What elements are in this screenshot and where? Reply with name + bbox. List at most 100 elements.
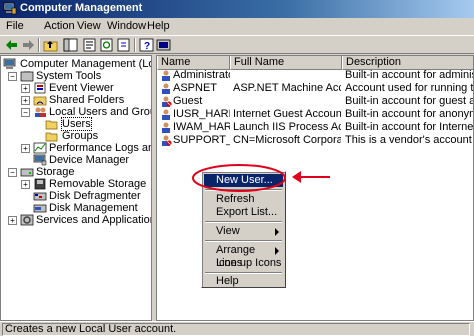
help-icon[interactable]: ? (139, 38, 154, 52)
menu-item-line-up-icons[interactable]: Line up Icons (204, 257, 283, 270)
cell-full-name: ASP.NET Machine Account (233, 83, 341, 94)
folder-icon (45, 132, 58, 142)
column-header-description[interactable]: Description (342, 56, 473, 70)
folder-open-icon (45, 120, 58, 130)
tree-label: System Tools (36, 70, 102, 82)
defragmenter-icon (33, 192, 47, 201)
menu-window[interactable]: Window (107, 20, 146, 32)
menu-file[interactable]: File (6, 20, 24, 32)
tree-system-tools[interactable]: − System Tools (8, 70, 151, 82)
tree-users[interactable]: Users (45, 117, 151, 131)
menu-item-export-list[interactable]: Export List... (204, 206, 283, 219)
disabled-user-icon (162, 135, 172, 146)
expand-icon[interactable]: + (21, 180, 30, 189)
tree-label: Computer Management (Local) (20, 58, 151, 70)
disk-management-icon (33, 204, 47, 213)
disabled-user-icon (162, 96, 172, 107)
cell-full-name: Launch IIS Process Account (233, 122, 341, 133)
event-viewer-icon (34, 82, 46, 94)
cell-description: Built-in account for Internet Inform (345, 122, 474, 133)
cell-description: This is a vendor's account for the He (345, 135, 473, 146)
expand-icon[interactable]: + (21, 96, 30, 105)
expand-icon[interactable]: + (8, 216, 17, 225)
menu-item-help[interactable]: Help (204, 275, 283, 288)
window-title: Computer Management (20, 2, 143, 14)
show-tree-icon[interactable] (63, 38, 78, 52)
tree-storage[interactable]: − Storage (8, 166, 151, 178)
tree-disk-defragmenter[interactable]: Disk Defragmenter (33, 190, 151, 202)
menu-item-new-user[interactable]: New User... (204, 174, 283, 187)
tree-label: Removable Storage (49, 178, 147, 190)
tree-label: Users (61, 117, 92, 131)
tree-perf-logs[interactable]: + Performance Logs and Alerts (21, 142, 151, 154)
console-icon[interactable] (156, 38, 171, 52)
menu-item-refresh[interactable]: Refresh (204, 193, 283, 206)
forward-icon[interactable] (21, 38, 36, 52)
menu-action[interactable]: Action (44, 20, 75, 32)
cell-name: Administrator (173, 70, 230, 81)
menu-separator (205, 189, 282, 191)
removable-storage-icon (34, 178, 46, 190)
tree-event-viewer[interactable]: + Event Viewer (21, 82, 151, 94)
menu-help[interactable]: Help (147, 20, 170, 32)
expand-icon[interactable]: + (21, 144, 30, 153)
table-row[interactable]: IWAM_HARE... Launch IIS Process Account … (157, 122, 474, 133)
cell-description: Built-in account for anonymous acc (345, 109, 473, 120)
submenu-arrow-icon (275, 247, 279, 255)
collapse-icon[interactable]: − (8, 72, 17, 81)
cell-name: ASPNET (173, 83, 218, 94)
tree-services-apps[interactable]: + Services and Applications (8, 214, 151, 226)
tree-label: Shared Folders (49, 94, 125, 106)
context-menu: New User... Refresh Export List... View … (201, 171, 286, 288)
menu-separator (205, 240, 282, 242)
tree-label: Groups (62, 130, 99, 142)
user-icon (162, 83, 170, 94)
tree-disk-management[interactable]: Disk Management (33, 202, 151, 214)
svg-text:?: ? (144, 41, 150, 52)
expand-icon[interactable]: + (21, 84, 30, 93)
properties-icon[interactable] (82, 38, 97, 52)
cell-full-name: Internet Guest Account (233, 109, 341, 120)
tree-groups[interactable]: Groups (45, 130, 151, 142)
tree-root[interactable]: Computer Management (Local) (3, 58, 151, 70)
toolbar-separator (134, 38, 136, 52)
device-manager-icon (33, 154, 47, 166)
table-row[interactable]: Guest Built-in account for guest access … (157, 96, 473, 107)
user-icon (162, 122, 170, 133)
cell-description: Built-in account for guest access to (345, 96, 473, 107)
toolbar: ? (0, 35, 474, 54)
tree-removable-storage[interactable]: + Removable Storage (21, 178, 151, 190)
table-row[interactable]: SUPPORT_38... CN=Microsoft Corporation,.… (157, 135, 473, 146)
user-icon (162, 70, 170, 81)
menu-item-view[interactable]: View (204, 225, 283, 238)
tree-device-manager[interactable]: Device Manager (33, 154, 151, 166)
menu-item-label: View (216, 225, 240, 237)
collapse-icon[interactable]: − (8, 168, 17, 177)
collapse-icon[interactable]: − (21, 108, 30, 117)
submenu-arrow-icon (275, 228, 279, 236)
toolbar-separator (38, 38, 40, 52)
cell-full-name: CN=Microsoft Corporation,... (233, 135, 341, 146)
performance-icon (33, 142, 47, 154)
console-tree[interactable]: Computer Management (Local) − System Too… (0, 55, 152, 321)
tree-label: Storage (36, 166, 75, 178)
tree-shared-folders[interactable]: + Shared Folders (21, 94, 151, 106)
table-row[interactable]: IUSR_HAREE... Internet Guest Account Bui… (157, 109, 473, 120)
menu-separator (205, 272, 282, 274)
table-row[interactable]: ASPNET ASP.NET Machine Account Account u… (157, 83, 473, 94)
cell-name: SUPPORT_38... (173, 135, 230, 146)
tree-label: Disk Defragmenter (49, 190, 141, 202)
menu-view[interactable]: View (77, 20, 101, 32)
cell-name: IUSR_HAREE... (173, 109, 230, 120)
status-bar: Creates a new Local User account. (0, 321, 474, 336)
refresh-icon[interactable] (99, 38, 114, 52)
shared-folder-icon (33, 96, 47, 106)
up-folder-icon[interactable] (43, 38, 58, 52)
tree-local-users-groups[interactable]: − Local Users and Groups (21, 106, 151, 118)
column-header-full-name[interactable]: Full Name (230, 56, 342, 70)
menu-item-arrange-icons[interactable]: Arrange Icons (204, 244, 283, 269)
back-icon[interactable] (4, 38, 19, 52)
column-header-name[interactable]: Name (157, 56, 230, 70)
table-row[interactable]: Administrator Built-in account for admin… (157, 70, 473, 81)
export-icon[interactable] (116, 38, 131, 52)
